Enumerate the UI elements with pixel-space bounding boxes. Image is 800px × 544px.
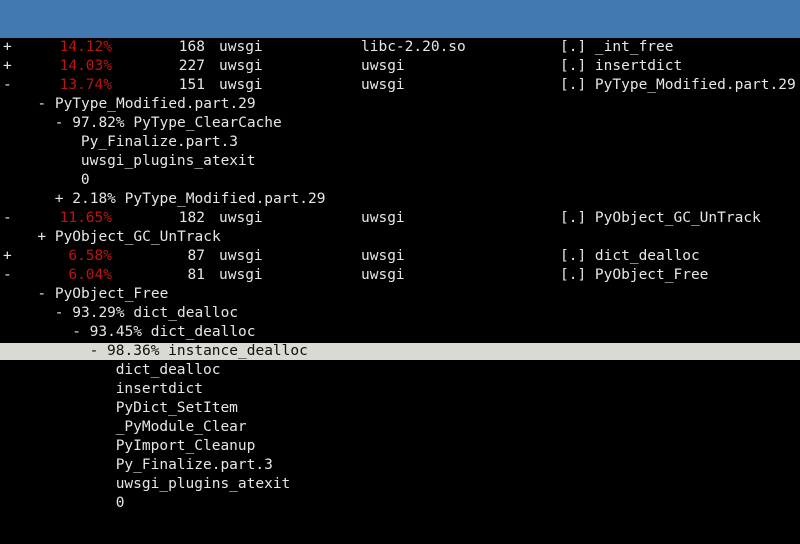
row-command-value: uwsgi	[219, 77, 263, 93]
callchain-entry: 0	[80, 172, 90, 188]
report-row[interactable]: - 93.45% dict_dealloc	[0, 323, 800, 342]
report-row[interactable]: + 2.18% PyType_Modified.part.29	[0, 190, 800, 209]
callchain-entry: 0	[115, 495, 125, 511]
row-symbol-value: [.] PyObject_GC_UnTrack	[560, 210, 761, 226]
report-row[interactable]: PyDict_SetItem	[0, 399, 800, 418]
row-samples-value: 81	[187, 267, 205, 283]
perf-report-window: Samples: 1K of event 'page-faults', Even…	[0, 0, 800, 544]
report-row[interactable]: 0	[0, 494, 800, 513]
callchain-entry: - PyType_Modified.part.29	[37, 96, 256, 112]
report-row-list[interactable]: +14.12% 168 uwsgi libc-2.20.so [.] _int_free…	[0, 38, 800, 544]
report-row[interactable]: - 93.29% dict_dealloc	[0, 304, 800, 323]
callchain-entry: - 98.36% instance_dealloc	[89, 343, 308, 359]
column-header-bar: Overhead Samples Command Shared Object S…	[0, 19, 800, 38]
row-command-value: uwsgi	[219, 210, 263, 226]
report-row[interactable]: dict_dealloc	[0, 361, 800, 380]
row-symbol-value: [.] dict_dealloc	[560, 248, 700, 264]
report-row[interactable]: +6.58% 87 uwsgi uwsgi [.] dict_dealloc	[0, 247, 800, 266]
report-row[interactable]: - 97.82% PyType_ClearCache	[0, 114, 800, 133]
row-shared-object-value: libc-2.20.so	[361, 39, 466, 55]
callchain-entry: PyDict_SetItem	[115, 400, 238, 416]
callchain-entry: - 93.29% dict_dealloc	[54, 305, 239, 321]
row-samples-value: 168	[178, 39, 205, 55]
row-shared-object-value: uwsgi	[361, 267, 405, 283]
report-row[interactable]: PyImport_Cleanup	[0, 437, 800, 456]
row-symbol-value: [.] insertdict	[560, 58, 683, 74]
row-symbol-value: [.] _int_free	[560, 39, 674, 55]
callchain-entry: dict_dealloc	[115, 362, 221, 378]
callchain-entry: Py_Finalize.part.3	[115, 457, 273, 473]
report-row[interactable]: uwsgi_plugins_atexit	[0, 152, 800, 171]
report-row[interactable]: + PyObject_GC_UnTrack	[0, 228, 800, 247]
report-summary-bar: Samples: 1K of event 'page-faults', Even…	[0, 0, 800, 19]
row-shared-object-value: uwsgi	[361, 210, 405, 226]
callchain-entry: + PyObject_GC_UnTrack	[37, 229, 221, 245]
row-symbol-value: [.] PyObject_Free	[560, 267, 709, 283]
report-row[interactable]: 0	[0, 171, 800, 190]
callchain-entry: - PyObject_Free	[37, 286, 169, 302]
row-command-value: uwsgi	[219, 58, 263, 74]
callchain-entry: uwsgi_plugins_atexit	[80, 153, 256, 169]
callchain-entry: _PyModule_Clear	[115, 419, 247, 435]
row-shared-object-value: uwsgi	[361, 77, 405, 93]
callchain-entry: + 2.18% PyType_Modified.part.29	[54, 191, 326, 207]
report-row[interactable]: - PyType_Modified.part.29	[0, 95, 800, 114]
report-row[interactable]: uwsgi_plugins_atexit	[0, 475, 800, 494]
report-row[interactable]: -13.74% 151 uwsgi uwsgi [.] PyType_Modified.…	[0, 76, 800, 95]
report-row[interactable]: Py_Finalize.part.3	[0, 456, 800, 475]
row-samples-value: 87	[187, 248, 205, 264]
callchain-entry: - 97.82% PyType_ClearCache	[54, 115, 282, 131]
row-command-value: uwsgi	[219, 248, 263, 264]
row-symbol-value: [.] PyType_Modified.part.29	[560, 77, 796, 93]
callchain-entry: uwsgi_plugins_atexit	[115, 476, 291, 492]
report-row[interactable]: _PyModule_Clear	[0, 418, 800, 437]
callchain-entry: Py_Finalize.part.3	[80, 134, 239, 150]
row-samples-value: 227	[178, 58, 205, 74]
report-row[interactable]: Py_Finalize.part.3	[0, 133, 800, 152]
report-row[interactable]: +14.12% 168 uwsgi libc-2.20.so [.] _int_free	[0, 38, 800, 57]
row-shared-object-value: uwsgi	[361, 248, 405, 264]
row-command-value: uwsgi	[219, 39, 263, 55]
report-row-selected[interactable]: - 98.36% instance_dealloc	[0, 342, 800, 361]
report-row[interactable]: +14.03% 227 uwsgi uwsgi [.] insertdict	[0, 57, 800, 76]
row-command-value: uwsgi	[219, 267, 263, 283]
report-row[interactable]: - PyObject_Free	[0, 285, 800, 304]
report-row[interactable]: -11.65% 182 uwsgi uwsgi [.] PyObject_GC_UnTr…	[0, 209, 800, 228]
callchain-entry: - 93.45% dict_dealloc	[72, 324, 256, 340]
report-row[interactable]: insertdict	[0, 380, 800, 399]
row-samples-value: 182	[178, 210, 205, 226]
callchain-entry: PyImport_Cleanup	[115, 438, 256, 454]
row-samples-value: 151	[178, 77, 205, 93]
callchain-entry: insertdict	[115, 381, 203, 397]
row-shared-object-value: uwsgi	[361, 58, 405, 74]
report-row[interactable]: -6.04% 81 uwsgi uwsgi [.] PyObject_Free	[0, 266, 800, 285]
